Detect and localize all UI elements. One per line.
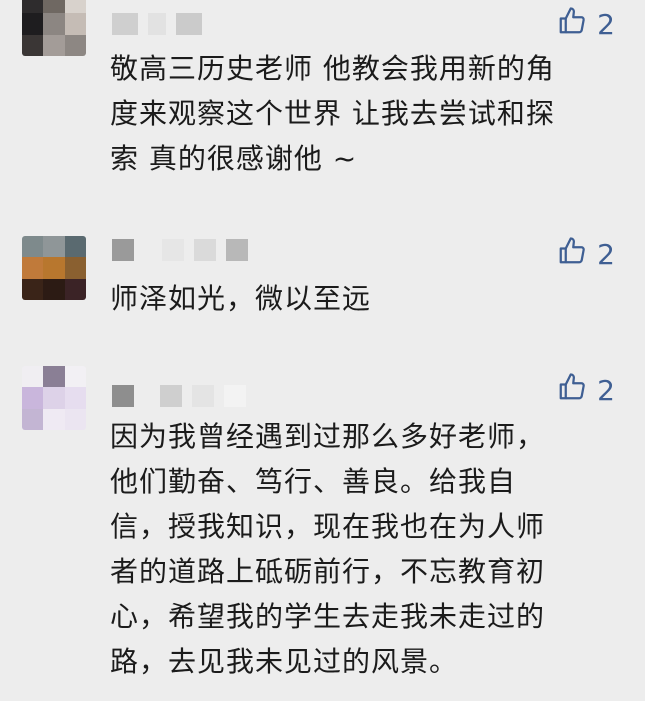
thumbs-up-icon [557,6,587,43]
username-blurred[interactable] [112,12,202,36]
username-blurred[interactable] [112,238,248,262]
like-button[interactable]: 2 [557,372,615,409]
like-button[interactable]: 2 [557,6,615,43]
like-count: 2 [597,374,615,407]
comment-text: 敬高三历史老师 他教会我用新的角 度来观察这个世界 让我去尝试和探 索 真的很感… [110,52,555,175]
username-blurred[interactable] [112,384,246,408]
avatar[interactable] [22,0,86,56]
comment-text: 师泽如光，微以至远 [110,282,372,315]
like-count: 2 [597,238,615,271]
thumbs-up-icon [557,372,587,409]
thumbs-up-icon [557,236,587,273]
avatar[interactable] [22,236,86,300]
avatar[interactable] [22,366,86,430]
like-count: 2 [597,8,615,41]
like-button[interactable]: 2 [557,236,615,273]
comment-text: 因为我曾经遇到过那么多好老师， 他们勤奋、笃行、善良。给我自 信，授我知识，现在… [110,420,546,678]
